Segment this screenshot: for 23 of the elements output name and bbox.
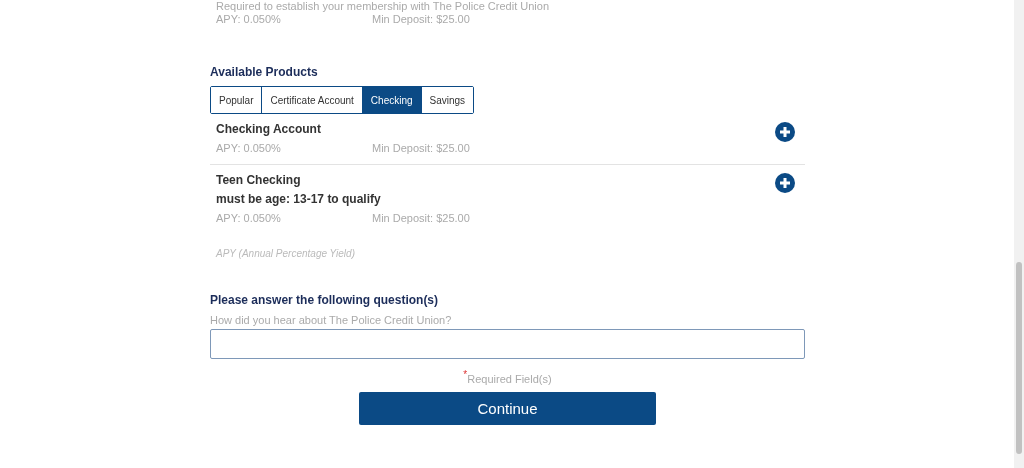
apy-rate: APY: 0.050% [216,142,282,154]
min-deposit: Min Deposit: $25.00 [372,13,470,25]
add-icon[interactable] [775,173,795,193]
answer-field[interactable] [210,329,805,359]
question-label: How did you hear about The Police Credit Union? [210,314,453,326]
product-name: Checking Account [216,122,322,136]
apy-footnote: APY (Annual Percentage Yield) [214,247,356,259]
scrollbar[interactable] [1014,0,1024,468]
min-deposit: Min Deposit: $25.00 [372,142,470,154]
add-icon[interactable] [775,122,795,142]
required-asterisk: * [463,369,468,380]
continue-button[interactable]: Continue [359,391,656,425]
age-requirement: must be age: 13-17 to qualify [216,192,382,206]
membership-note: Required to establish your membership with The Police Credit Union [216,0,550,12]
section-heading: Please answer the following question(s) [210,293,440,307]
apy-rate: APY: 0.050% [216,13,282,25]
apy-rate: APY: 0.050% [216,212,282,224]
section-heading: Available Products [210,65,319,79]
product-name: Teen Checking [216,173,302,187]
product-tab[interactable]: Savings [420,87,474,113]
product-tab[interactable]: Checking [361,87,421,113]
required-note: Required Field(s) [467,372,552,385]
min-deposit: Min Deposit: $25.00 [372,212,470,224]
